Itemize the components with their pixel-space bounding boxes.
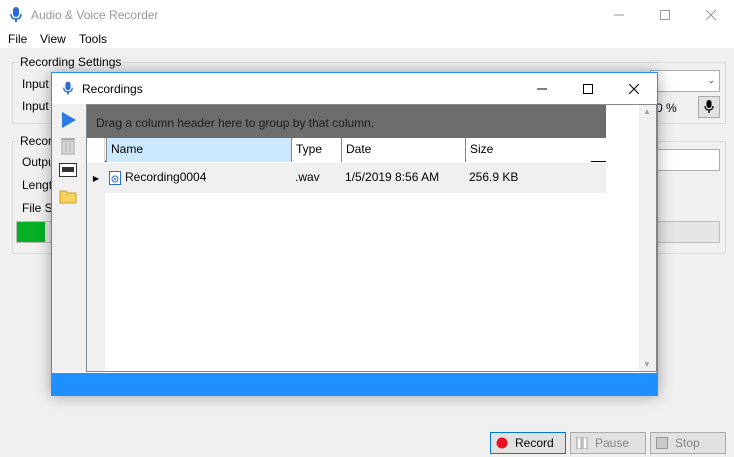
progress-fill xyxy=(17,222,45,242)
input-level-label: Input xyxy=(22,99,49,113)
microphone-icon xyxy=(62,81,74,99)
input-device-dropdown[interactable]: ⌄ xyxy=(650,70,720,92)
menu-view[interactable]: View xyxy=(40,32,66,46)
file-size-label: File S xyxy=(22,201,53,215)
dialog-toolbar xyxy=(52,104,86,372)
table-row[interactable]: ▶ Recording0004 .wav 1/5/2019 8:56 AM 25… xyxy=(87,163,606,193)
output-field[interactable] xyxy=(650,149,720,171)
dialog-title: Recordings xyxy=(82,82,143,96)
group-by-panel[interactable]: Drag a column header here to group by th… xyxy=(87,105,606,138)
row-selector-column xyxy=(87,193,105,371)
dialog-minimize-button[interactable] xyxy=(519,73,565,104)
microphone-icon xyxy=(704,100,714,113)
input-level-value: 0 % xyxy=(656,101,677,115)
dialog-titlebar: Recordings xyxy=(52,73,657,104)
column-header-name[interactable]: Name xyxy=(106,138,291,162)
column-header-date[interactable]: Date xyxy=(341,138,465,162)
close-button[interactable] xyxy=(688,0,734,29)
column-header-type[interactable]: Type xyxy=(291,138,341,162)
stop-button[interactable]: Stop xyxy=(650,432,726,454)
record-button[interactable]: Record xyxy=(490,432,566,454)
main-titlebar: Audio & Voice Recorder xyxy=(0,0,734,29)
input-device-label: Input xyxy=(22,77,49,91)
recordings-dialog: Recordings Drag a column header here to … xyxy=(51,72,658,396)
cell-size: 256.9 KB xyxy=(469,170,519,184)
vertical-scrollbar[interactable]: ▲ ▼ xyxy=(639,105,656,371)
recording-settings-label: Recording Settings xyxy=(18,55,124,69)
cell-type: .wav xyxy=(295,170,320,184)
cell-name: Recording0004 xyxy=(125,170,207,184)
stop-button-label: Stop xyxy=(675,436,700,450)
window-title: Audio & Voice Recorder xyxy=(31,8,159,22)
stop-icon xyxy=(655,436,669,450)
folder-icon[interactable] xyxy=(58,186,78,206)
recording-group-label: Recor xyxy=(18,134,55,148)
microphone-icon xyxy=(9,7,23,23)
trash-icon[interactable] xyxy=(58,136,78,156)
audio-file-icon xyxy=(109,171,121,188)
chevron-down-icon: ⌄ xyxy=(707,75,715,85)
dialog-close-button[interactable] xyxy=(611,73,657,104)
info-icon[interactable] xyxy=(58,160,78,180)
dialog-maximize-button[interactable] xyxy=(565,73,611,104)
menubar: File View Tools xyxy=(0,29,734,49)
record-button-label: Record xyxy=(515,436,554,450)
pause-button-label: Pause xyxy=(595,436,630,450)
microphone-button[interactable] xyxy=(698,96,720,118)
play-icon[interactable] xyxy=(58,110,78,130)
recordings-grid: Drag a column header here to group by th… xyxy=(86,104,657,372)
output-label: Outpu xyxy=(22,155,55,169)
scroll-down-icon[interactable]: ▼ xyxy=(643,360,651,369)
minimize-button[interactable] xyxy=(596,0,642,29)
pause-button[interactable]: Pause xyxy=(570,432,646,454)
cell-date: 1/5/2019 8:56 AM xyxy=(345,170,440,184)
grid-header: Name Type Date Size xyxy=(87,138,606,162)
header-corner xyxy=(87,138,105,162)
grid-blank-area xyxy=(606,105,621,371)
maximize-button[interactable] xyxy=(642,0,688,29)
record-icon xyxy=(495,436,509,450)
menu-tools[interactable]: Tools xyxy=(79,32,107,46)
pause-icon xyxy=(575,436,589,450)
column-header-size[interactable]: Size xyxy=(465,138,591,162)
row-pointer-icon: ▶ xyxy=(87,163,105,193)
menu-file[interactable]: File xyxy=(8,32,27,46)
scroll-up-icon[interactable]: ▲ xyxy=(643,107,651,116)
length-label: Lengt xyxy=(22,178,53,192)
dialog-statusbar xyxy=(52,373,657,395)
